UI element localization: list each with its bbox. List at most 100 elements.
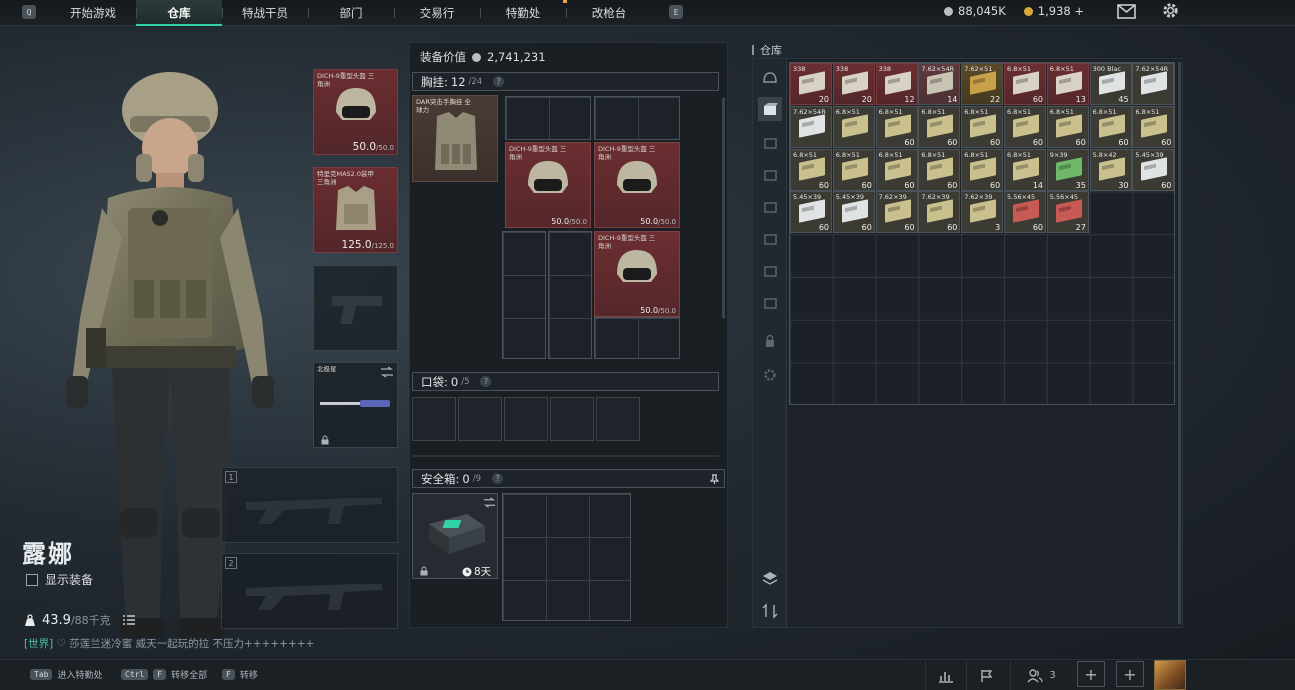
- tab-gunsmith[interactable]: 改枪台: [566, 0, 652, 26]
- storage-ammo-item[interactable]: 6.8×51 60: [961, 148, 1004, 191]
- tab-special-ops[interactable]: 特勤处: [480, 0, 566, 26]
- storage-ammo-item[interactable]: 7.62×54R: [790, 105, 832, 148]
- storage-ammo-item[interactable]: 6.8×51 60: [1004, 105, 1046, 148]
- tab-warehouse[interactable]: 仓库: [136, 0, 222, 26]
- pocket-cell[interactable]: [412, 397, 456, 441]
- help-icon[interactable]: ?: [493, 76, 505, 87]
- list-icon[interactable]: [122, 614, 135, 626]
- storage-tab-iv-2[interactable]: [758, 163, 782, 187]
- rig-helmet-item-1[interactable]: DICH-9重型头盔 三角洲 50.0/50.0: [505, 142, 591, 228]
- storage-ammo-item[interactable]: 7.62×51 22: [961, 63, 1004, 105]
- rig-cell-block[interactable]: [594, 317, 680, 359]
- storage-tab-iv-6[interactable]: [758, 291, 782, 315]
- tab-operators[interactable]: 特战干员: [222, 0, 308, 26]
- storage-ammo-item[interactable]: 300 Blac 45: [1089, 63, 1132, 105]
- storage-ammo-item[interactable]: 6.8×51 60: [1089, 105, 1132, 148]
- stats-button[interactable]: [925, 661, 965, 690]
- storage-ammo-item[interactable]: 6.8×51 60: [790, 148, 832, 191]
- mail-icon[interactable]: [1117, 4, 1136, 19]
- storage-ammo-item[interactable]: 6.8×51 60: [918, 148, 961, 191]
- storage-tab-iv-1[interactable]: [758, 131, 782, 155]
- storage-tab-helmet[interactable]: [758, 67, 782, 91]
- swap-icon[interactable]: [483, 497, 496, 508]
- swap-icon[interactable]: [380, 366, 394, 378]
- storage-ammo-item[interactable]: 9×39 35: [1046, 148, 1089, 191]
- storage-ammo-item[interactable]: 5.45×39 60: [1132, 148, 1175, 191]
- storage-settings[interactable]: [758, 363, 782, 387]
- storage-tab-iv-3[interactable]: [758, 195, 782, 219]
- storage-ammo-item[interactable]: 6.8×51 60: [961, 105, 1004, 148]
- settings-gear-icon[interactable]: [1161, 1, 1180, 20]
- storage-ammo-item[interactable]: 6.8×51 60: [918, 105, 961, 148]
- sidearm-slot[interactable]: [313, 265, 398, 351]
- hint-transfer[interactable]: F 转移: [222, 668, 258, 681]
- invite-slot-button[interactable]: +: [1077, 661, 1105, 687]
- storage-ammo-item[interactable]: 5.45×39 60: [832, 191, 875, 234]
- tab-start-game[interactable]: 开始游戏: [50, 0, 136, 26]
- primary-weapon-slot-2[interactable]: 2: [221, 553, 398, 629]
- armor-slot[interactable]: 特里克MAS2.0装甲 三角洲 125.0/125.0: [313, 167, 398, 253]
- storage-ammo-item[interactable]: 5.56×45 60: [1004, 191, 1046, 234]
- rig-cell-block[interactable]: [594, 96, 680, 140]
- storage-ammo-item[interactable]: 7.62×39 60: [875, 191, 918, 234]
- melee-slot[interactable]: 北极星: [313, 362, 398, 448]
- player-avatar[interactable]: [1154, 660, 1186, 690]
- loadout-scrollbar[interactable]: [722, 98, 725, 318]
- invite-slot-button[interactable]: +: [1116, 661, 1144, 687]
- storage-ammo-item[interactable]: 7.62×54R: [1132, 63, 1175, 105]
- friends-button[interactable]: 3: [1010, 661, 1072, 690]
- hint-enter-special-ops[interactable]: Tab 进入特勤处: [30, 668, 102, 681]
- help-icon[interactable]: ?: [491, 473, 503, 484]
- stack-layers-button[interactable]: [758, 566, 782, 590]
- rig-cell-block[interactable]: [548, 231, 592, 359]
- storage-ammo-item[interactable]: 6.8×51: [832, 105, 875, 148]
- storage-tab-locked[interactable]: [758, 329, 782, 353]
- storage-ammo-item[interactable]: 6.8×51 14: [1004, 148, 1046, 191]
- storage-ammo-item[interactable]: 6.8×51 60: [875, 105, 918, 148]
- pin-icon[interactable]: [710, 473, 719, 484]
- rig-cell-block[interactable]: [505, 96, 591, 140]
- rig-helmet-item-2[interactable]: DICH-9重型头盔 三角洲 50.0/50.0: [594, 142, 680, 228]
- rig-helmet-item-3[interactable]: DICH-9重型头盔 三角洲 50.0/50.0: [594, 231, 680, 317]
- tab-market[interactable]: 交易行: [394, 0, 480, 26]
- storage-ammo-item[interactable]: 5.8×42 30: [1089, 148, 1132, 191]
- storage-ammo-item[interactable]: 6.8×51 60: [875, 148, 918, 191]
- pocket-cell[interactable]: [550, 397, 594, 441]
- helmet-slot[interactable]: DICH-9重型头盔 三角洲 50.0/50.0: [313, 69, 398, 155]
- pocket-cell[interactable]: [504, 397, 548, 441]
- rig-cell-block[interactable]: [502, 231, 546, 359]
- primary-weapon-slot-1[interactable]: 1: [221, 467, 398, 543]
- chest-rig-item[interactable]: DAR突击手胸挂 全球力: [412, 95, 498, 182]
- hint-transfer-all[interactable]: Ctrl F 转移全部: [121, 668, 207, 681]
- safebox-grid[interactable]: [502, 493, 631, 621]
- storage-tab-ammo[interactable]: [758, 97, 782, 121]
- storage-ammo-item[interactable]: 7.62×39 60: [918, 191, 961, 234]
- storage-ammo-item[interactable]: 6.8×51 60: [1046, 105, 1089, 148]
- help-icon[interactable]: ?: [480, 376, 492, 387]
- pocket-cell[interactable]: [458, 397, 502, 441]
- storage-scrollbar[interactable]: [1178, 62, 1181, 624]
- storage-ammo-item[interactable]: 7.62×54R 14: [918, 63, 961, 105]
- storage-tab-iv-4[interactable]: [758, 227, 782, 251]
- show-gear-checkbox[interactable]: [26, 573, 38, 586]
- storage-ammo-item[interactable]: 7.62×39 3: [961, 191, 1004, 234]
- pocket-cell[interactable]: [596, 397, 640, 441]
- ammo-caliber: 7.62×54R: [921, 65, 955, 73]
- storage-ammo-item[interactable]: 5.56×45 27: [1046, 191, 1089, 234]
- gold-currency[interactable]: 1,938 +: [1023, 4, 1084, 18]
- storage-ammo-item[interactable]: 5.45×39 60: [790, 191, 832, 234]
- storage-ammo-item[interactable]: 338 20: [790, 63, 832, 105]
- tab-department[interactable]: 部门: [308, 0, 394, 26]
- storage-ammo-item[interactable]: 338 12: [875, 63, 918, 105]
- storage-ammo-item[interactable]: 6.8×51 60: [1132, 105, 1175, 148]
- flag-button[interactable]: [966, 661, 1006, 690]
- storage-ammo-item[interactable]: 6.8×51 13: [1046, 63, 1089, 105]
- storage-tab-iv-5[interactable]: [758, 259, 782, 283]
- world-chat-message[interactable]: [世界] ♡ 莎莲兰迷冷蜜 威天一起玩的拉 不压力++++++++: [24, 636, 314, 651]
- storage-ammo-item[interactable]: 338 20: [832, 63, 875, 105]
- add-currency-button[interactable]: +: [1074, 4, 1084, 18]
- storage-ammo-item[interactable]: 6.8×51 60: [832, 148, 875, 191]
- show-gear-toggle[interactable]: 显示装备: [26, 571, 93, 588]
- storage-ammo-item[interactable]: 6.8×51 60: [1004, 63, 1046, 105]
- sort-button[interactable]: [758, 599, 782, 623]
